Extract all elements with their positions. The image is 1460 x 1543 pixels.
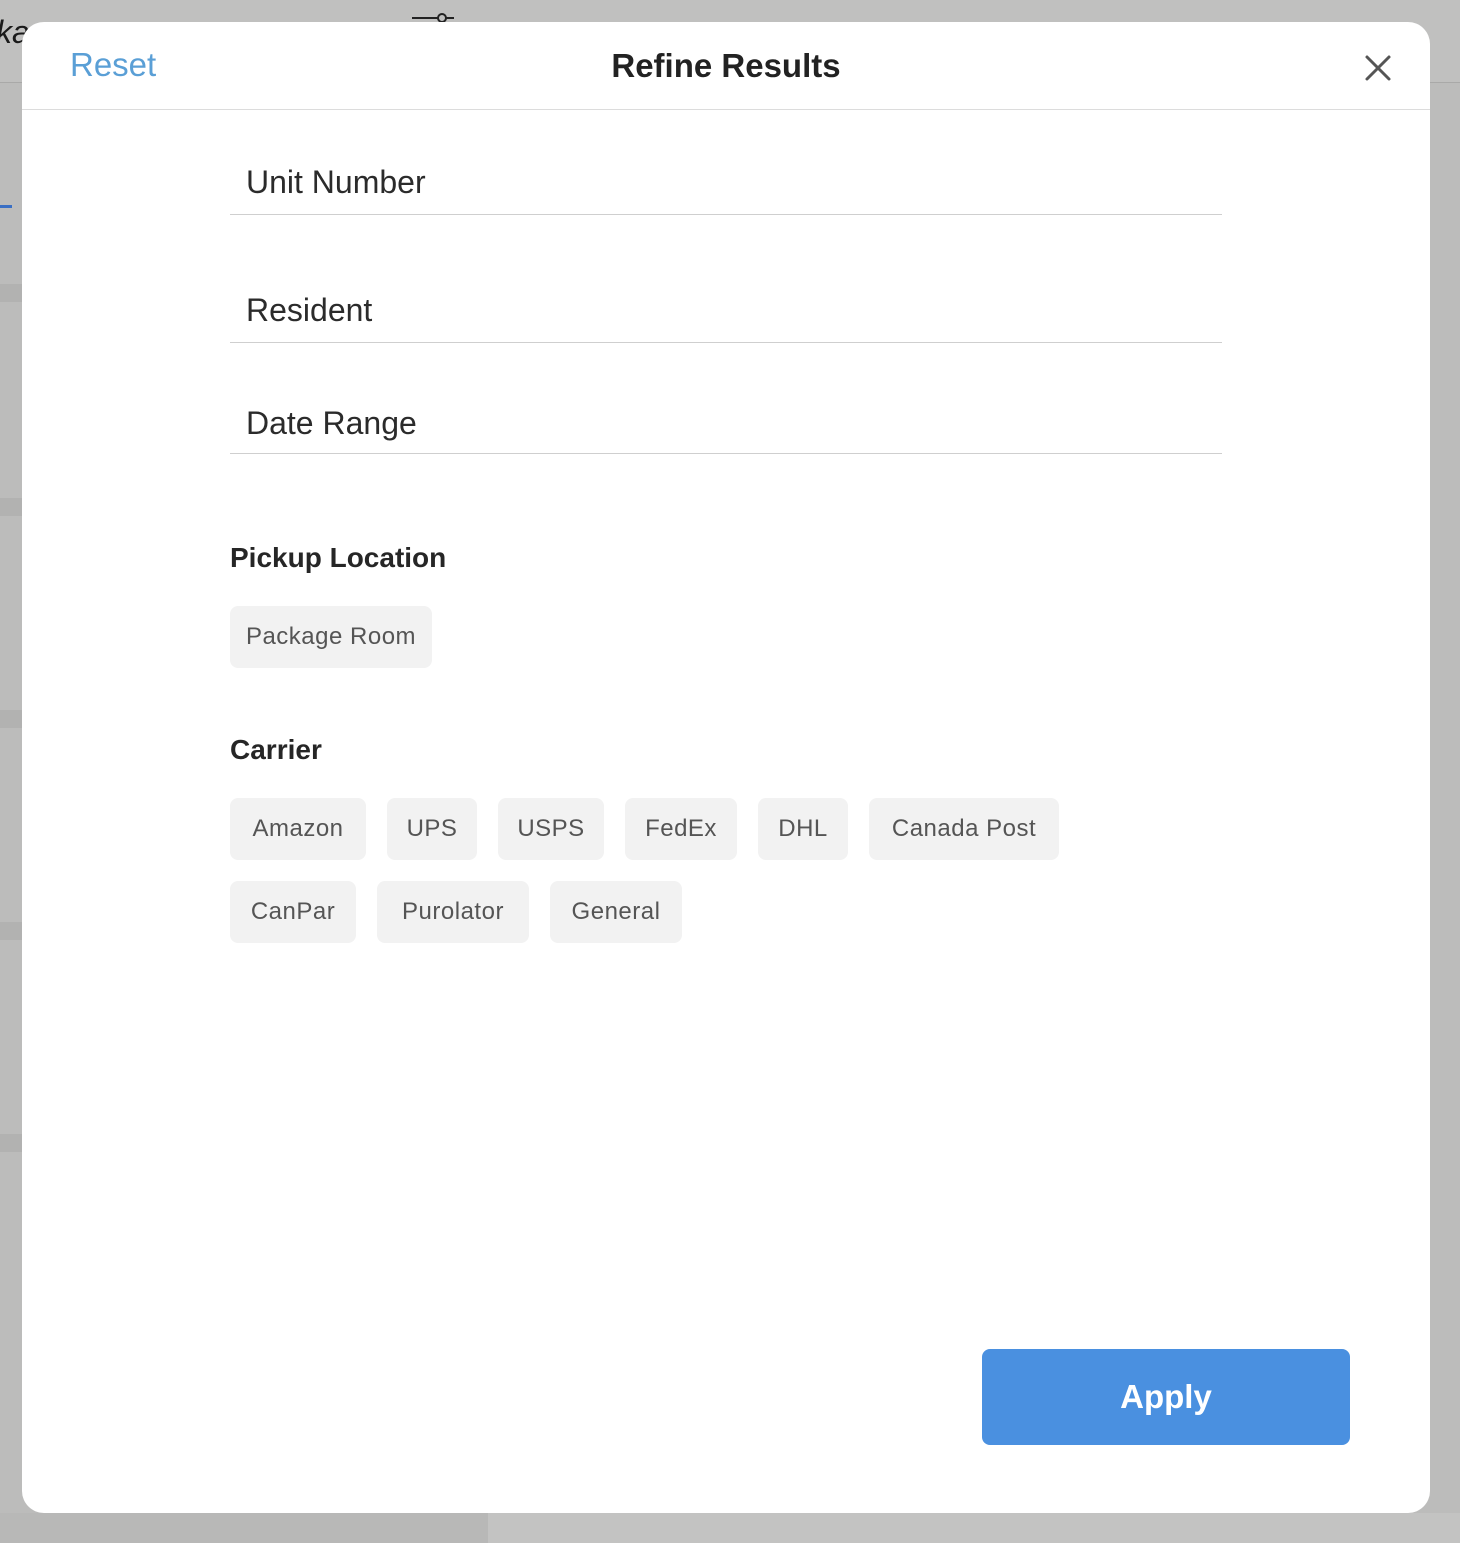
pickup-location-label: Pickup Location	[230, 542, 447, 573]
background-row-divider	[0, 284, 24, 302]
chip-carrier-ups[interactable]: UPS	[387, 798, 477, 860]
background-row-divider	[0, 498, 24, 516]
background-bottom-panel	[0, 1513, 488, 1543]
chip-package-room[interactable]: Package Room	[230, 606, 432, 668]
unit-number-input[interactable]	[230, 150, 1222, 214]
chip-carrier-usps[interactable]: USPS	[498, 798, 604, 860]
resident-input[interactable]	[230, 278, 1222, 342]
background-row-divider	[0, 922, 24, 940]
modal-header: Reset Refine Results	[22, 22, 1430, 110]
date-range-input[interactable]	[230, 394, 1222, 453]
chip-carrier-amazon[interactable]: Amazon	[230, 798, 366, 860]
chip-carrier-fedex[interactable]: FedEx	[625, 798, 737, 860]
chip-carrier-canada-post[interactable]: Canada Post	[869, 798, 1059, 860]
background-tab-indicator	[0, 205, 12, 208]
resident-field-container	[230, 278, 1222, 343]
chip-carrier-canpar[interactable]: CanPar	[230, 881, 356, 943]
unit-number-field-container	[230, 150, 1222, 215]
carrier-label: Carrier	[230, 734, 322, 765]
chip-carrier-general[interactable]: General	[550, 881, 682, 943]
chip-carrier-purolator[interactable]: Purolator	[377, 881, 529, 943]
refine-results-modal: Reset Refine Results Pickup Location Pac…	[22, 22, 1430, 1513]
apply-button[interactable]: Apply	[982, 1349, 1350, 1445]
chip-carrier-dhl[interactable]: DHL	[758, 798, 848, 860]
close-icon[interactable]	[1362, 52, 1394, 84]
modal-title: Refine Results	[611, 47, 841, 84]
background-bottom-area	[488, 1513, 1460, 1543]
date-range-field-container	[230, 394, 1222, 454]
background-row-divider	[0, 710, 24, 728]
background-row-divider	[0, 1134, 24, 1152]
